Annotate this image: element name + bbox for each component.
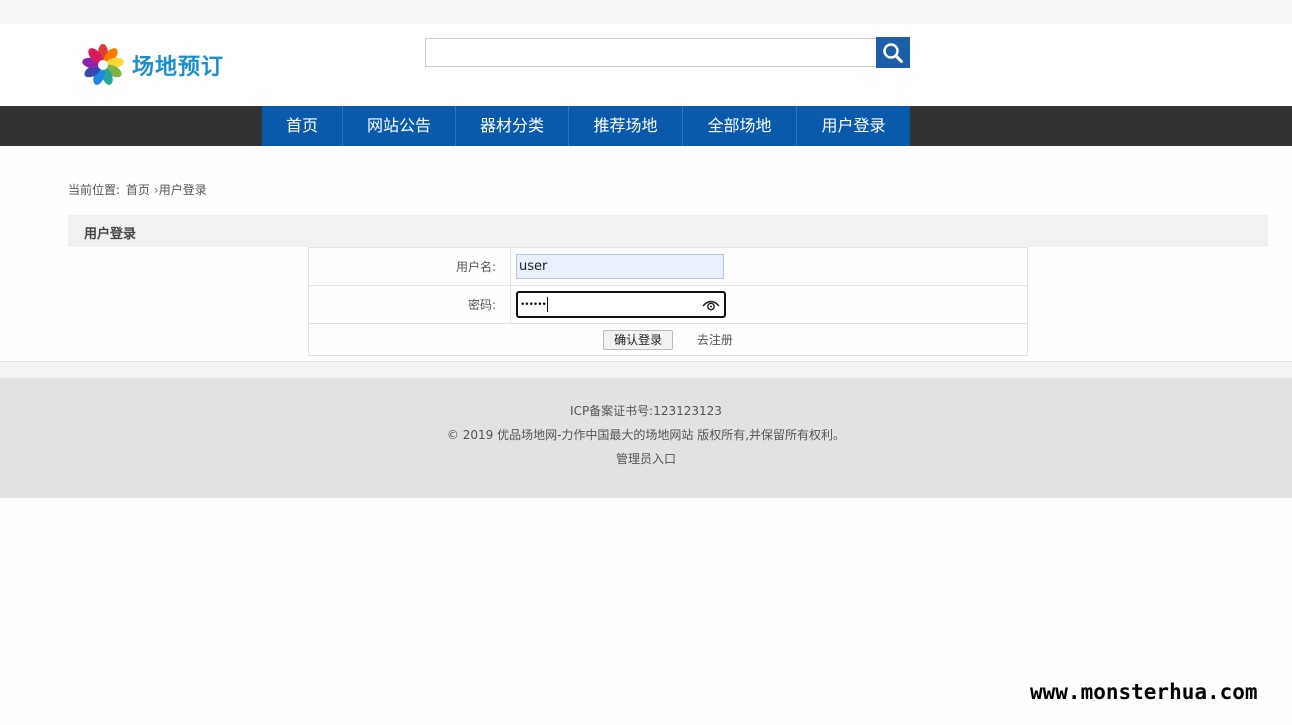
- search-input[interactable]: [425, 38, 876, 67]
- search-bar: [425, 37, 910, 68]
- password-field[interactable]: ••••••: [516, 291, 726, 318]
- admin-entry-link[interactable]: 管理员入口: [616, 452, 676, 466]
- breadcrumb-prefix: 当前位置:: [68, 183, 121, 197]
- confirm-login-button[interactable]: 确认登录: [603, 329, 674, 350]
- text-caret: [546, 297, 548, 312]
- site-logo[interactable]: 场地预订: [80, 42, 224, 88]
- breadcrumb-current: 用户登录: [158, 183, 207, 197]
- panel-header: 用户登录: [68, 215, 1268, 247]
- nav-item-announcements[interactable]: 网站公告: [343, 106, 456, 146]
- password-value: ••••••: [520, 299, 547, 310]
- breadcrumb: 当前位置: 首页 ›用户登录: [68, 181, 207, 198]
- watermark: www.monsterhua.com: [1030, 680, 1258, 704]
- header: 场地预订: [0, 24, 1292, 106]
- nav-item-home[interactable]: 首页: [262, 106, 343, 146]
- icp-number: ICP备案证书号:123123123: [570, 404, 722, 418]
- footer-top-strip: [0, 362, 1292, 378]
- nav-item-recommended[interactable]: 推荐场地: [569, 106, 683, 146]
- nav-item-equipment[interactable]: 器材分类: [456, 106, 569, 146]
- main-nav: 首页 网站公告 器材分类 推荐场地 全部场地 用户登录: [0, 106, 1292, 146]
- search-icon: [883, 42, 903, 63]
- password-label: 密码:: [308, 285, 511, 324]
- login-form: 用户名: 密码: •••••• 确认登录 去注册: [308, 247, 1028, 356]
- logo-text: 场地预订: [132, 54, 225, 80]
- nav-item-all-venues[interactable]: 全部场地: [683, 106, 797, 146]
- panel-title: 用户登录: [84, 227, 137, 242]
- copyright-text: © 2019 优品场地网-力作中国最大的场地网站 版权所有,并保留所有权利。: [446, 428, 846, 442]
- footer: ICP备案证书号:123123123 © 2019 优品场地网-力作中国最大的场…: [0, 378, 1292, 498]
- search-button[interactable]: [876, 37, 910, 68]
- username-label: 用户名:: [308, 247, 511, 286]
- nav-item-login[interactable]: 用户登录: [797, 106, 910, 146]
- username-field[interactable]: [516, 254, 724, 279]
- flower-logo-icon: [82, 44, 124, 85]
- breadcrumb-home[interactable]: 首页: [126, 183, 150, 197]
- eye-icon[interactable]: [702, 298, 720, 312]
- register-link[interactable]: 去注册: [697, 333, 733, 347]
- top-strip: [0, 0, 1292, 24]
